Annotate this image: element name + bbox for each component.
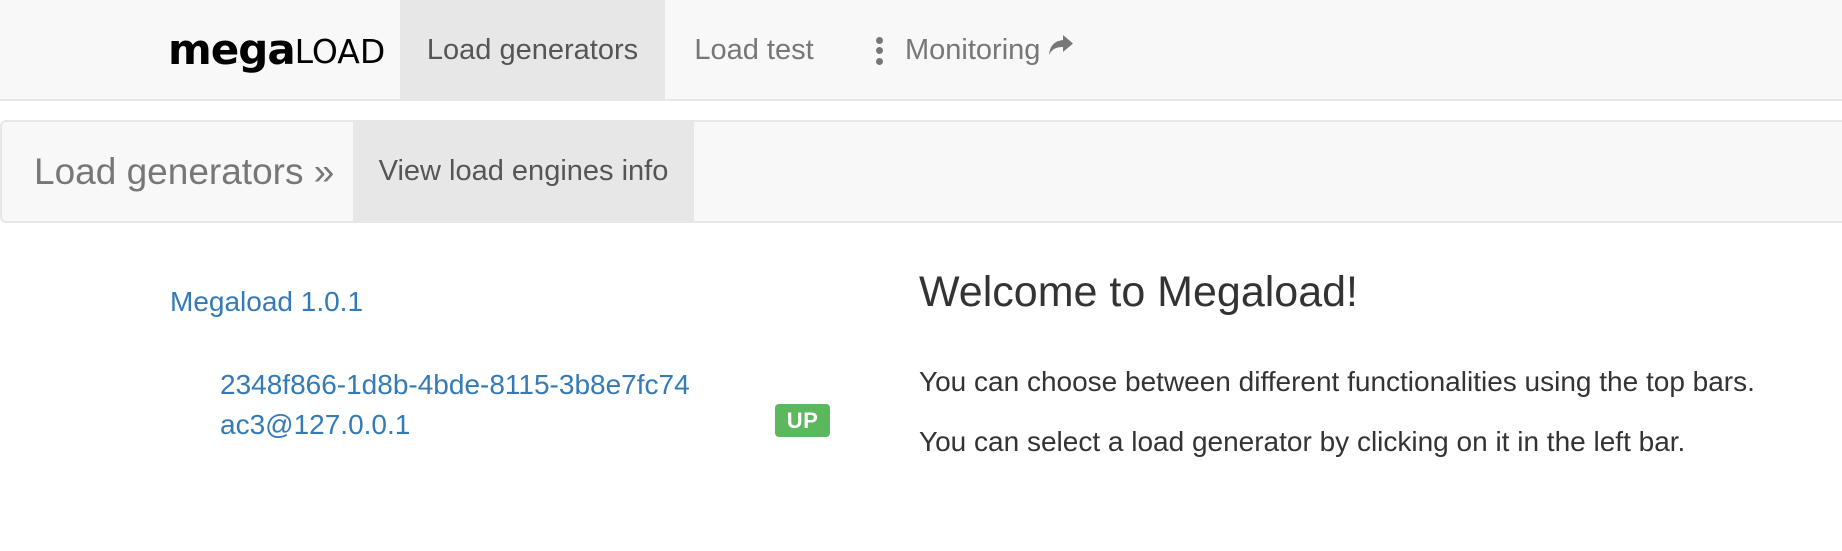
sub-navbar: Load generators » View load engines info [0, 120, 1842, 223]
view-load-engines-info-label: View load engines info [378, 155, 669, 187]
info-text-top-bars: You can choose between different functio… [919, 366, 1755, 397]
top-navbar: mega LOAD Load generators Load test Moni… [0, 0, 1842, 101]
nav-monitoring-label: Monitoring [905, 34, 1041, 66]
nav-load-generators-label: Load generators [426, 34, 639, 66]
brand-logo-load: LOAD [294, 32, 386, 71]
vertical-dots-icon [876, 36, 883, 65]
status-badge: UP [775, 404, 830, 437]
nav-load-generators[interactable]: Load generators [400, 0, 665, 101]
subnav-title[interactable]: Load generators » [34, 122, 334, 221]
megaload-version-link[interactable]: Megaload 1.0.1 [170, 286, 363, 318]
load-generator-link[interactable]: 2348f866-1d8b-4bde-8115-3b8e7fc74ac3@127… [220, 365, 700, 445]
nav-monitoring[interactable]: Monitoring [866, 0, 1106, 101]
view-load-engines-info-link[interactable]: View load engines info [353, 122, 694, 221]
brand-logo-mega: mega [168, 25, 296, 74]
nav-load-test-label: Load test [694, 34, 814, 66]
welcome-title: Welcome to Megaload! [919, 268, 1358, 316]
share-icon [1048, 31, 1074, 64]
info-text-left-bar: You can select a load generator by click… [919, 426, 1686, 457]
brand-logo[interactable]: mega LOAD [168, 22, 385, 78]
nav-load-test[interactable]: Load test [665, 0, 843, 101]
